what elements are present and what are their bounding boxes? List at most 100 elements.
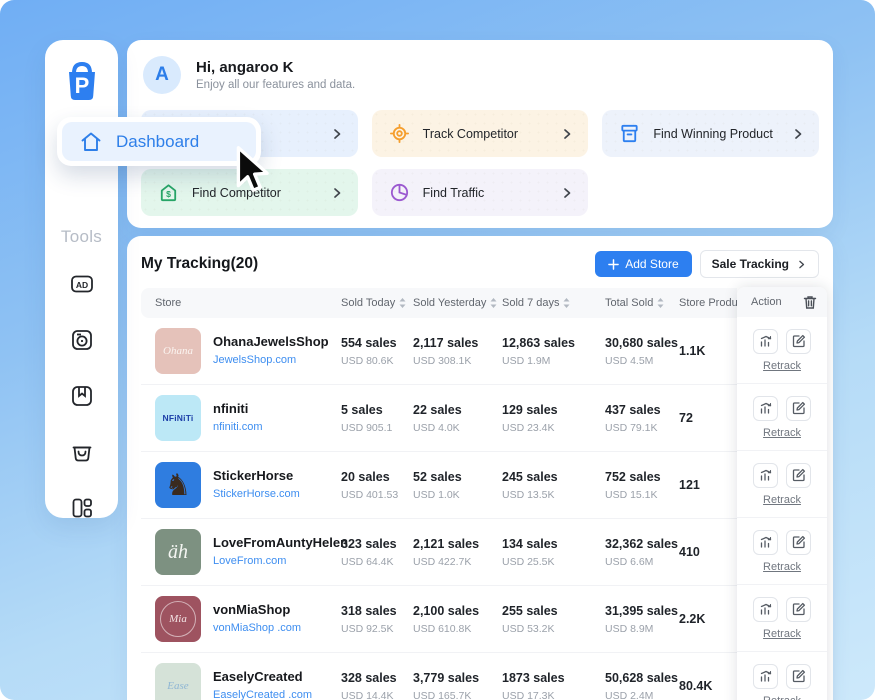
analytics-button[interactable] — [753, 597, 778, 622]
tracking-card: My Tracking(20) Add Store Sale Tracking … — [127, 236, 833, 700]
sold-today-cell: 554 salesUSD 80.6K — [341, 336, 413, 367]
quick-action-track-competitor[interactable]: Track Competitor — [372, 110, 589, 157]
analytics-button[interactable] — [753, 530, 778, 555]
sort-icon — [657, 298, 664, 308]
sold-yesterday-cell: 3,779 salesUSD 165.7K — [413, 671, 502, 700]
quick-action-find-traffic[interactable]: Find Traffic — [372, 169, 589, 216]
sold-today-cell: 323 salesUSD 64.4K — [341, 537, 413, 568]
total-sold-cell: 752 salesUSD 15.1K — [605, 470, 679, 501]
retrack-link[interactable]: Retrack — [763, 628, 801, 640]
edit-button[interactable] — [786, 597, 811, 622]
store-name: EaselyCreated — [213, 669, 312, 685]
apps-grid-icon[interactable] — [69, 495, 95, 521]
col-sold-7-days[interactable]: Sold 7 days — [502, 297, 605, 309]
action-cell: Retrack — [737, 317, 827, 384]
retrack-link[interactable]: Retrack — [763, 695, 801, 700]
trash-icon[interactable] — [803, 295, 817, 310]
store-name: nfiniti — [213, 401, 263, 417]
col-sold-today[interactable]: Sold Today — [341, 297, 413, 309]
sold-today-cell: 5 salesUSD 905.1 — [341, 403, 413, 434]
edit-button[interactable] — [786, 329, 811, 354]
sidebar: P Tools AD — [45, 40, 118, 518]
store-cell: ♞ StickerHorse StickerHorse.com — [141, 462, 341, 508]
store-products-cell: 1.1K — [679, 344, 737, 358]
target-icon — [388, 122, 411, 145]
mouse-cursor — [228, 145, 274, 206]
store-domain-link[interactable]: EaselyCreated .com — [213, 689, 312, 700]
sold-today-cell: 318 salesUSD 92.5K — [341, 604, 413, 635]
col-total-sold[interactable]: Total Sold — [605, 297, 679, 309]
sold-7-days-cell: 12,863 salesUSD 1.9M — [502, 336, 605, 367]
quick-action-find-winning-product[interactable]: Find Winning Product — [602, 110, 819, 157]
store-name: StickerHorse — [213, 468, 300, 484]
sold-7-days-cell: 134 salesUSD 25.5K — [502, 537, 605, 568]
chevron-right-icon — [330, 127, 344, 141]
total-sold-cell: 50,628 salesUSD 2.4M — [605, 671, 679, 700]
retrack-link[interactable]: Retrack — [763, 360, 801, 372]
sale-tracking-button[interactable]: Sale Tracking — [700, 250, 819, 278]
sort-icon — [399, 298, 406, 308]
app-screen: P Tools AD — [0, 0, 875, 700]
store-domain-link[interactable]: nfiniti.com — [213, 421, 263, 433]
sold-yesterday-cell: 2,100 salesUSD 610.8K — [413, 604, 502, 635]
tracking-table: Store Sold Today Sold Yesterday Sold 7 d… — [141, 288, 737, 700]
store-products-cell: 121 — [679, 478, 737, 492]
edit-button[interactable] — [786, 396, 811, 421]
sold-yesterday-cell: 22 salesUSD 4.0K — [413, 403, 502, 434]
store-domain-link[interactable]: JewelsShop.com — [213, 354, 296, 366]
pie-chart-icon — [388, 181, 411, 204]
store-cell: Mia vonMiaShop vonMiaShop .com — [141, 596, 341, 642]
app-logo-icon[interactable]: P — [61, 60, 103, 109]
quick-action-label: Find Traffic — [423, 186, 485, 200]
table-row: äh LoveFromAuntyHelen LoveFrom.com 323 s… — [141, 519, 737, 586]
table-row: Mia vonMiaShop vonMiaShop .com 318 sales… — [141, 586, 737, 653]
retrack-link[interactable]: Retrack — [763, 561, 801, 573]
analytics-button[interactable] — [753, 396, 778, 421]
total-sold-cell: 437 salesUSD 79.1K — [605, 403, 679, 434]
avatar[interactable]: A — [143, 56, 181, 94]
store-name: OhanaJewelsShop — [213, 334, 329, 350]
analytics-button[interactable] — [753, 664, 778, 689]
chevron-right-icon — [330, 186, 344, 200]
store-domain-link[interactable]: StickerHorse.com — [213, 488, 300, 500]
tracking-title: My Tracking(20) — [141, 255, 258, 273]
store-products-cell: 72 — [679, 411, 737, 425]
edit-button[interactable] — [786, 664, 811, 689]
shop-dollar-icon: $ — [157, 181, 180, 204]
store-cell: Ohana OhanaJewelsShop JewelsShop.com — [141, 328, 341, 374]
action-column-panel: Action — [737, 287, 827, 700]
col-store-products[interactable]: Store Products — [679, 297, 737, 309]
store-logo: Ohana — [155, 328, 201, 374]
sort-icon — [563, 298, 570, 308]
store-domain-link[interactable]: vonMiaShop .com — [213, 622, 301, 634]
sort-icon — [490, 298, 497, 308]
add-store-button[interactable]: Add Store — [595, 251, 691, 277]
store-logo: äh — [155, 529, 201, 575]
tools-section-label: Tools — [61, 227, 102, 247]
store-domain-link[interactable]: LoveFrom.com — [213, 555, 286, 567]
analytics-button[interactable] — [753, 463, 778, 488]
retrack-link[interactable]: Retrack — [763, 427, 801, 439]
product-scanner-icon[interactable] — [69, 327, 95, 353]
greeting-subtitle: Enjoy all our features and data. — [196, 79, 355, 91]
edit-button[interactable] — [786, 530, 811, 555]
sold-7-days-cell: 1873 salesUSD 17.3K — [502, 671, 605, 700]
table-row: NFiNiTi nfiniti nfiniti.com 5 salesUSD 9… — [141, 385, 737, 452]
svg-text:$: $ — [166, 189, 171, 199]
greeting-title: Hi, angaroo K — [196, 59, 355, 76]
col-sold-yesterday[interactable]: Sold Yesterday — [413, 297, 502, 309]
sold-yesterday-cell: 52 salesUSD 1.0K — [413, 470, 502, 501]
col-store[interactable]: Store — [141, 297, 341, 309]
retrack-link[interactable]: Retrack — [763, 494, 801, 506]
chevron-right-icon — [560, 186, 574, 200]
ads-icon[interactable]: AD — [69, 271, 95, 297]
store-bag-icon[interactable] — [69, 439, 95, 465]
action-cell: Retrack — [737, 518, 827, 585]
edit-button[interactable] — [786, 463, 811, 488]
action-cell: Retrack — [737, 652, 827, 700]
analytics-button[interactable] — [753, 329, 778, 354]
store-logo: Ease — [155, 663, 201, 700]
store-logo: ♞ — [155, 462, 201, 508]
svg-text:P: P — [74, 73, 89, 98]
saved-book-icon[interactable] — [69, 383, 95, 409]
